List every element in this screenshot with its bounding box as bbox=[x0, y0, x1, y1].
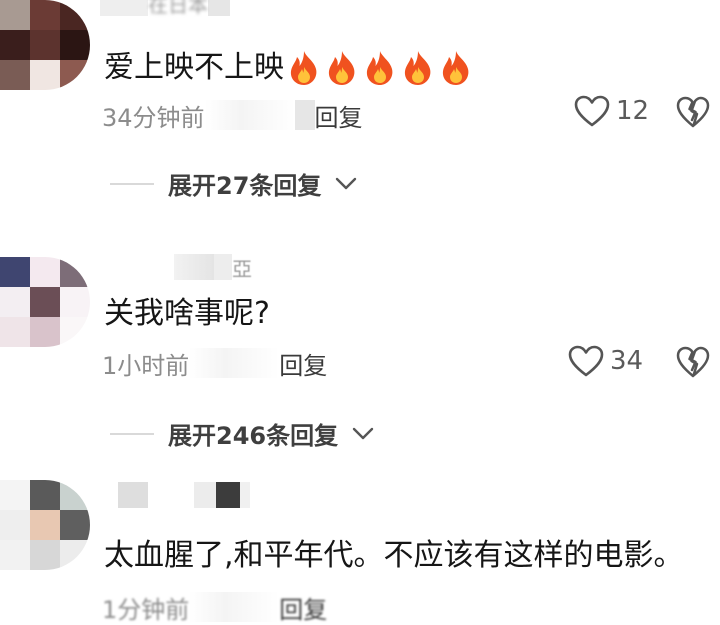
comment-text-body: 太血腥了,和平年代。不应该有这样的电影。 bbox=[104, 538, 684, 573]
username[interactable]: 亞 bbox=[174, 254, 252, 281]
username[interactable]: 在日本 bbox=[100, 0, 230, 17]
comment-text: 爱上映不上映 bbox=[104, 48, 474, 88]
comment-text: 太血腥了,和平年代。不应该有这样的电影。 bbox=[104, 536, 684, 576]
username[interactable] bbox=[118, 482, 250, 508]
comment-meta: 1分钟前 回复 bbox=[102, 590, 327, 624]
divider-line bbox=[110, 182, 154, 185]
reply-button[interactable]: 回复 bbox=[279, 590, 327, 625]
avatar[interactable] bbox=[0, 0, 90, 90]
divider-line bbox=[110, 432, 154, 435]
comment-meta: 1小时前 回复 bbox=[102, 346, 327, 380]
reply-button[interactable]: 回复 bbox=[279, 346, 327, 381]
timestamp: 34分钟前 bbox=[102, 103, 205, 132]
avatar[interactable] bbox=[0, 257, 90, 347]
reply-button[interactable]: 回复 bbox=[315, 98, 363, 133]
like-count: 12 bbox=[616, 96, 650, 126]
flame-emoji-group bbox=[286, 49, 474, 87]
dislike-button[interactable] bbox=[676, 345, 710, 383]
like-button[interactable]: 12 bbox=[574, 94, 649, 128]
redacted-area bbox=[204, 100, 295, 130]
heart-outline-icon bbox=[568, 345, 604, 377]
like-button[interactable]: 34 bbox=[568, 344, 643, 378]
username-text: 在日本 bbox=[148, 0, 208, 17]
chevron-down-icon bbox=[336, 177, 357, 189]
heart-outline-icon bbox=[574, 95, 610, 127]
fire-emoji-icon bbox=[366, 51, 393, 85]
broken-heart-icon bbox=[676, 346, 710, 378]
timestamp: 1分钟前 bbox=[102, 595, 190, 624]
username-text: 亞 bbox=[232, 256, 252, 281]
comment-text: 关我啥事呢? bbox=[104, 294, 270, 334]
dislike-button[interactable] bbox=[676, 95, 710, 133]
expand-replies-label: 展开246条回复 bbox=[168, 422, 339, 450]
redacted-area bbox=[189, 348, 280, 378]
fire-emoji-icon bbox=[290, 51, 317, 85]
redacted-area bbox=[294, 100, 315, 130]
fire-emoji-icon bbox=[404, 51, 431, 85]
fire-emoji-icon bbox=[328, 51, 355, 85]
timestamp: 1小时前 bbox=[102, 351, 190, 380]
like-count: 34 bbox=[610, 346, 644, 376]
broken-heart-icon bbox=[676, 96, 710, 128]
comment-text-body: 爱上映不上映 bbox=[104, 50, 284, 85]
chevron-down-icon bbox=[352, 427, 374, 439]
expand-replies-button[interactable]: 展开27条回复 bbox=[110, 166, 357, 201]
comment-text-body: 关我啥事呢? bbox=[104, 296, 270, 331]
comment-meta: 34分钟前 回复 bbox=[102, 98, 363, 132]
comment-item: 亞 关我啥事呢? 1小时前 回复 34 展开246条回复 bbox=[0, 240, 720, 450]
redacted-area bbox=[189, 592, 280, 622]
fire-emoji-icon bbox=[442, 51, 469, 85]
expand-replies-label: 展开27条回复 bbox=[168, 172, 322, 200]
comment-item: 在日本 爱上映不上映 34分钟前 回复 12 展开27条回复 bbox=[0, 0, 720, 200]
avatar[interactable] bbox=[0, 480, 90, 570]
expand-replies-button[interactable]: 展开246条回复 bbox=[110, 416, 374, 451]
comment-item: 太血腥了,和平年代。不应该有这样的电影。 1分钟前 回复 bbox=[0, 480, 720, 624]
